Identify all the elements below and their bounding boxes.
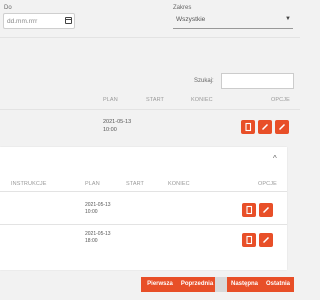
col-start-2: START: [126, 181, 145, 187]
chevron-down-icon: ▼: [285, 16, 291, 22]
pagination-page-button[interactable]: [215, 277, 227, 292]
edit-button[interactable]: [259, 233, 273, 247]
calendar-icon[interactable]: [65, 17, 72, 24]
edit-button-2[interactable]: [275, 120, 289, 134]
table1-header-divider: [0, 109, 300, 110]
copy-button[interactable]: [242, 203, 256, 217]
col-plan-2: PLAN: [85, 181, 100, 187]
zakres-value: Wszystkie: [176, 16, 206, 23]
col-opcje-2: OPCJE: [258, 181, 277, 187]
edit-button[interactable]: [258, 120, 272, 134]
date-placeholder: dd.mm.rrrr: [7, 18, 38, 25]
pencil-icon: [278, 123, 286, 131]
pencil-icon: [262, 236, 270, 244]
search-label: Szukaj:: [194, 78, 214, 84]
pagination-prev-button[interactable]: Poprzednia: [179, 277, 215, 292]
row-divider: [0, 224, 287, 225]
pencil-icon: [262, 206, 270, 214]
instructions-card: ^ INSTRUKCJE PLAN START KONIEC OPCJE 202…: [0, 147, 287, 270]
date-to-input[interactable]: dd.mm.rrrr: [3, 13, 75, 29]
copy-icon: [246, 235, 253, 245]
zakres-select[interactable]: Wszystkie ▼: [173, 13, 293, 29]
table-row-plan-time: 10:00: [85, 209, 98, 215]
copy-button[interactable]: [241, 120, 255, 134]
table2-header-divider: [0, 191, 287, 192]
col-koniec: KONIEC: [191, 97, 213, 103]
col-opcje: OPCJE: [271, 97, 290, 103]
col-instrukcje: INSTRUKCJE: [11, 181, 47, 187]
pencil-icon: [261, 123, 269, 131]
edit-button[interactable]: [259, 203, 273, 217]
copy-button[interactable]: [242, 233, 256, 247]
copy-icon: [245, 122, 252, 132]
pagination-last-button[interactable]: Ostatnia: [262, 277, 294, 292]
pagination-next-button[interactable]: Następna: [227, 277, 262, 292]
col-plan: PLAN: [103, 97, 118, 103]
table-row-plan-time: 18:00: [85, 238, 98, 244]
table-row-plan-time: 10:00: [103, 127, 117, 133]
table-row-plan-date: 2021-05-13: [85, 202, 111, 208]
table-row-plan-date: 2021-05-13: [85, 231, 111, 237]
do-label: Do: [4, 5, 12, 11]
col-koniec-2: KONIEC: [168, 181, 190, 187]
pagination-first-button[interactable]: Pierwsza: [141, 277, 179, 292]
col-start: START: [146, 97, 165, 103]
copy-icon: [246, 205, 253, 215]
zakres-label: Zakres: [173, 5, 192, 11]
search-input[interactable]: [221, 73, 294, 89]
chevron-up-icon[interactable]: ^: [273, 154, 277, 163]
filters-divider: [0, 37, 300, 38]
table-row-plan-date: 2021-05-13: [103, 119, 132, 125]
